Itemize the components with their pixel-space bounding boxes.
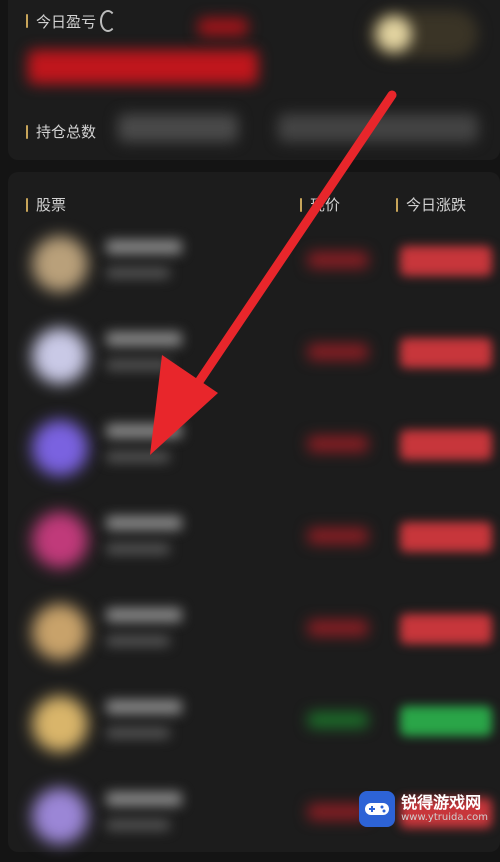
info-icon[interactable] xyxy=(100,10,117,32)
column-stock-label: 股票 xyxy=(36,196,67,214)
price-blurred xyxy=(308,712,368,728)
change-badge-blurred xyxy=(400,614,492,644)
today-pnl-label-row: 今日盈亏 xyxy=(26,10,117,32)
table-row[interactable] xyxy=(8,678,500,770)
stock-logo-blurred xyxy=(32,512,88,568)
column-change-label: 今日涨跌 xyxy=(406,196,467,214)
gamepad-logo-icon xyxy=(359,791,396,827)
stock-name-blurred xyxy=(106,516,182,530)
table-row[interactable] xyxy=(8,586,500,678)
price-blurred xyxy=(308,344,368,360)
position-total-label: 持仓总数 xyxy=(36,123,97,141)
table-row[interactable] xyxy=(8,218,500,310)
stock-code-blurred xyxy=(106,820,170,830)
stock-code-blurred xyxy=(106,268,170,278)
today-pnl-extra-blurred xyxy=(198,18,248,36)
stock-logo-blurred xyxy=(32,236,88,292)
accent-bar xyxy=(26,14,28,28)
stock-code-blurred xyxy=(106,544,170,554)
price-blurred xyxy=(308,528,368,544)
column-header-stock: 股票 xyxy=(26,194,66,215)
stock-code-blurred xyxy=(106,452,170,462)
stock-logo-blurred xyxy=(32,696,88,752)
table-row[interactable] xyxy=(8,402,500,494)
stock-logo-blurred xyxy=(32,788,88,844)
stock-name-blurred xyxy=(106,332,182,346)
accent-bar xyxy=(26,124,28,139)
stock-name-blurred xyxy=(106,792,182,806)
stock-logo-blurred xyxy=(32,420,88,476)
table-row[interactable] xyxy=(8,494,500,586)
position-total-value-blurred xyxy=(118,114,238,142)
watermark: 锐得游戏网 www.ytruida.com xyxy=(359,791,488,827)
column-header-change[interactable]: 今日涨跌 xyxy=(396,194,466,215)
today-pnl-label: 今日盈亏 xyxy=(36,12,97,31)
price-blurred xyxy=(308,436,368,452)
stock-code-blurred xyxy=(106,728,170,738)
accent-bar xyxy=(396,197,398,212)
summary-card: 今日盈亏 持仓总数 xyxy=(8,0,500,160)
accent-bar xyxy=(26,197,28,212)
stock-name-blurred xyxy=(106,240,182,254)
accent-bar xyxy=(300,197,302,212)
position-extra-blurred xyxy=(278,114,478,142)
stock-code-blurred xyxy=(106,360,170,370)
stock-name-blurred xyxy=(106,424,182,438)
stock-code-blurred xyxy=(106,636,170,646)
watermark-url: www.ytruida.com xyxy=(401,812,488,823)
column-price-label: 现价 xyxy=(310,196,341,214)
position-total-label-row: 持仓总数 xyxy=(26,121,96,142)
stock-name-blurred xyxy=(106,608,182,622)
stock-logo-blurred xyxy=(32,604,88,660)
stock-logo-blurred xyxy=(32,328,88,384)
price-blurred xyxy=(308,252,368,268)
price-blurred xyxy=(308,620,368,636)
action-icon-blurred xyxy=(376,16,412,52)
change-badge-blurred xyxy=(400,522,492,552)
today-pnl-value-blurred xyxy=(28,50,258,84)
watermark-brand: 锐得游戏网 xyxy=(401,793,482,812)
change-badge-blurred xyxy=(400,430,492,460)
column-header-price[interactable]: 现价 xyxy=(300,194,340,215)
change-badge-blurred xyxy=(400,246,492,276)
stock-name-blurred xyxy=(106,700,182,714)
change-badge-blurred xyxy=(400,706,492,736)
change-badge-blurred xyxy=(400,338,492,368)
table-row[interactable] xyxy=(8,310,500,402)
